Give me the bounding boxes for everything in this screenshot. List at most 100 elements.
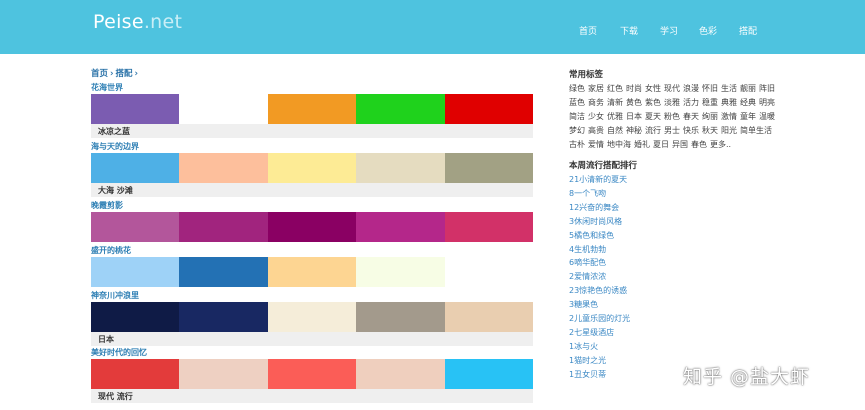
tag-link[interactable]: 简洁: [569, 112, 585, 121]
tag-link[interactable]: 自然: [607, 126, 623, 135]
nav-learn[interactable]: 学习: [660, 24, 678, 37]
tag-link[interactable]: 浪漫: [683, 84, 699, 93]
tag-link[interactable]: 春天: [683, 112, 699, 121]
tag-link[interactable]: 怀旧: [702, 84, 718, 93]
tag-link[interactable]: 红色: [607, 84, 623, 93]
color-swatch[interactable]: [91, 94, 180, 124]
tag-link[interactable]: 粉色: [664, 112, 680, 121]
ranking-item[interactable]: 1冰与火: [569, 340, 630, 354]
color-swatch[interactable]: [444, 257, 534, 287]
tag-link[interactable]: 夏天: [645, 112, 661, 121]
color-swatch[interactable]: [267, 153, 357, 183]
ranking-item[interactable]: 21小清新的夏天: [569, 173, 630, 187]
tag-link[interactable]: 淡雅: [664, 98, 680, 107]
tag-link[interactable]: 明亮: [759, 98, 775, 107]
tag-link[interactable]: 婚礼: [634, 140, 650, 149]
color-swatch[interactable]: [356, 94, 445, 124]
tag-link[interactable]: 激情: [721, 112, 737, 121]
tag-link[interactable]: 现代: [664, 84, 680, 93]
tag-link[interactable]: 爱情: [588, 140, 604, 149]
tag-link[interactable]: 梦幻: [569, 126, 585, 135]
tag-link[interactable]: 高贵: [588, 126, 604, 135]
tag-link[interactable]: 神秘: [626, 126, 642, 135]
breadcrumb-home[interactable]: 首页: [91, 69, 108, 79]
ranking-item[interactable]: 5橘色和绿色: [569, 229, 630, 243]
tag-link[interactable]: 黄色: [626, 98, 642, 107]
tag-link[interactable]: 阳光: [721, 126, 737, 135]
palette-tags[interactable]: 冰凉之蓝: [98, 126, 130, 137]
tag-link[interactable]: 靓丽: [740, 84, 756, 93]
tag-link[interactable]: 商务: [588, 98, 604, 107]
tag-link[interactable]: 童年: [740, 112, 756, 121]
ranking-item[interactable]: 4生机勃勃: [569, 243, 630, 257]
color-swatch[interactable]: [179, 302, 268, 332]
tag-link[interactable]: 清新: [607, 98, 623, 107]
color-swatch[interactable]: [267, 302, 357, 332]
palette-title[interactable]: 神奈川冲浪里: [91, 290, 139, 301]
ranking-item[interactable]: 1丑女贝蒂: [569, 368, 630, 382]
tag-link[interactable]: 流行: [645, 126, 661, 135]
site-logo[interactable]: Peise.net: [93, 11, 182, 33]
tag-link[interactable]: 活力: [683, 98, 699, 107]
tag-link[interactable]: 少女: [588, 112, 604, 121]
tag-link[interactable]: 更多..: [710, 140, 731, 149]
palette-title[interactable]: 晚霞剪影: [91, 200, 123, 211]
color-swatch[interactable]: [179, 153, 268, 183]
ranking-item[interactable]: 2儿童乐园的灯光: [569, 312, 630, 326]
color-swatch[interactable]: [267, 212, 357, 242]
palette-title[interactable]: 海与天的边界: [91, 141, 139, 152]
color-swatch[interactable]: [444, 359, 534, 389]
ranking-item[interactable]: 12兴奋的舞会: [569, 201, 630, 215]
ranking-item[interactable]: 3休闲时尚风格: [569, 215, 630, 229]
color-swatch[interactable]: [91, 153, 180, 183]
tag-link[interactable]: 快乐: [683, 126, 699, 135]
ranking-item[interactable]: 1猫时之光: [569, 354, 630, 368]
color-swatch[interactable]: [356, 302, 445, 332]
tag-link[interactable]: 异国: [672, 140, 688, 149]
ranking-item[interactable]: 2七星级酒店: [569, 326, 630, 340]
nav-color[interactable]: 色彩: [699, 24, 717, 37]
tag-link[interactable]: 时尚: [626, 84, 642, 93]
tag-link[interactable]: 夏日: [653, 140, 669, 149]
palette-tags[interactable]: 大海 沙滩: [98, 185, 133, 196]
tag-link[interactable]: 女性: [645, 84, 661, 93]
color-swatch[interactable]: [179, 359, 268, 389]
tag-link[interactable]: 生活: [721, 84, 737, 93]
color-swatch[interactable]: [356, 153, 445, 183]
tag-link[interactable]: 古朴: [569, 140, 585, 149]
tag-link[interactable]: 男士: [664, 126, 680, 135]
palette-title[interactable]: 盛开的桃花: [91, 245, 131, 256]
color-swatch[interactable]: [179, 257, 268, 287]
color-swatch[interactable]: [444, 153, 534, 183]
tag-link[interactable]: 稳重: [702, 98, 718, 107]
tag-link[interactable]: 春色: [691, 140, 707, 149]
palette-title[interactable]: 美好时代的回忆: [91, 347, 147, 358]
tag-link[interactable]: 阵旧: [759, 84, 775, 93]
color-swatch[interactable]: [179, 94, 268, 124]
tag-link[interactable]: 家居: [588, 84, 604, 93]
tag-link[interactable]: 日本: [626, 112, 642, 121]
color-swatch[interactable]: [356, 257, 445, 287]
breadcrumb-current[interactable]: 搭配: [116, 69, 133, 79]
color-swatch[interactable]: [91, 212, 180, 242]
color-swatch[interactable]: [91, 359, 180, 389]
nav-download[interactable]: 下载: [620, 24, 638, 37]
tag-link[interactable]: 优雅: [607, 112, 623, 121]
color-swatch[interactable]: [91, 257, 180, 287]
ranking-item[interactable]: 23惊艳色的诱惑: [569, 284, 630, 298]
tag-link[interactable]: 紫色: [645, 98, 661, 107]
color-swatch[interactable]: [444, 302, 534, 332]
tag-link[interactable]: 简单生活: [740, 126, 772, 135]
color-swatch[interactable]: [267, 94, 357, 124]
tag-link[interactable]: 秋天: [702, 126, 718, 135]
tag-link[interactable]: 温暖: [759, 112, 775, 121]
ranking-item[interactable]: 3糖果色: [569, 298, 630, 312]
color-swatch[interactable]: [444, 94, 534, 124]
tag-link[interactable]: 绚丽: [702, 112, 718, 121]
tag-link[interactable]: 绿色: [569, 84, 585, 93]
palette-title[interactable]: 花海世界: [91, 82, 123, 93]
tag-link[interactable]: 地中海: [607, 140, 631, 149]
tag-link[interactable]: 经典: [740, 98, 756, 107]
color-swatch[interactable]: [356, 212, 445, 242]
color-swatch[interactable]: [267, 257, 357, 287]
